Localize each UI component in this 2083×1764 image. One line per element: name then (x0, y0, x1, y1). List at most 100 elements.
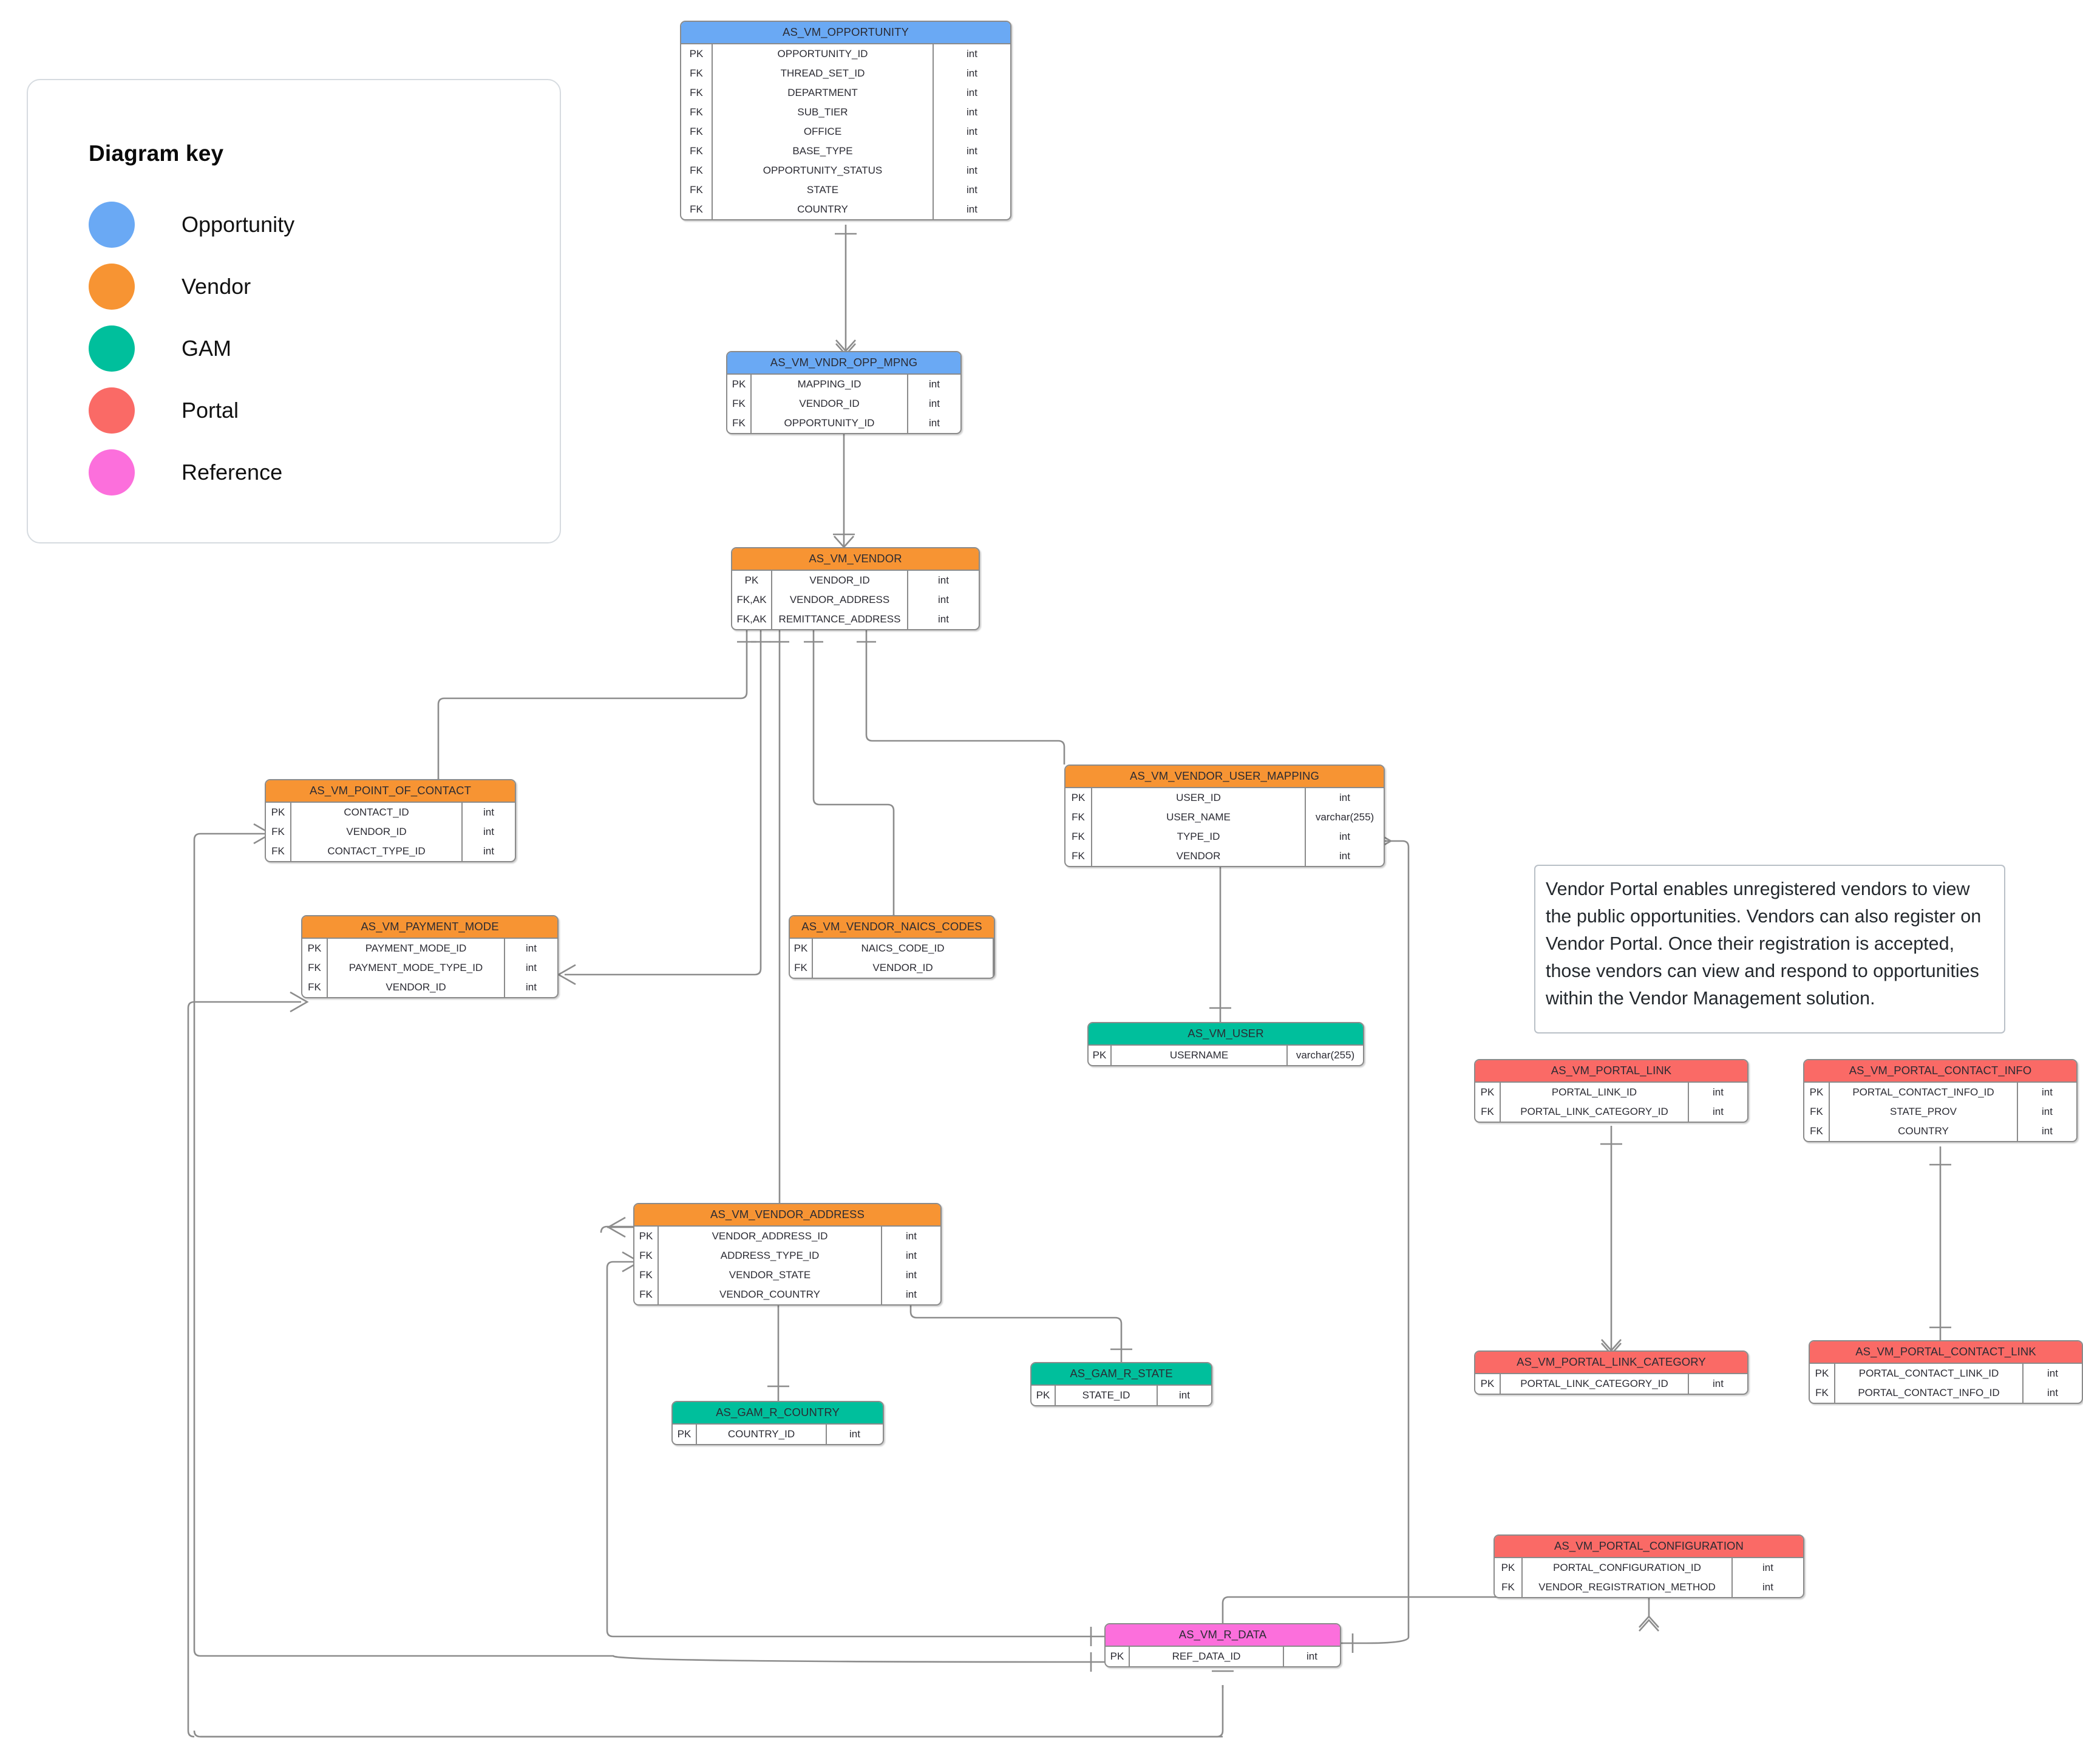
attribute-name: VENDOR_ID (752, 394, 908, 414)
attribute-key: FK (681, 64, 713, 83)
legend-item-label: Vendor (182, 274, 251, 299)
entity-table-as_vm_point_of_contact[interactable]: AS_VM_POINT_OF_CONTACT PK CONTACT_ID int FK V… (265, 779, 516, 862)
attribute-type: int (483, 806, 494, 818)
attribute-row: FK OPPORTUNITY_ID int (727, 414, 960, 433)
entity-title: AS_VM_VENDOR (732, 548, 979, 571)
attribute-type: int (906, 1250, 917, 1261)
attribute-row: FK VENDOR int (1065, 846, 1384, 866)
entity-table-as_vm_portal_link[interactable]: AS_VM_PORTAL_LINK PK PORTAL_LINK_ID int FK PO… (1474, 1059, 1748, 1123)
entity-table-as_vm_user[interactable]: AS_VM_USER PK USERNAME varchar(255) (1087, 1022, 1364, 1066)
attribute-row: FK COUNTRY int (681, 200, 1010, 219)
attribute-type: int (1762, 1581, 1773, 1593)
attribute-name: COUNTRY_ID (697, 1425, 827, 1444)
attribute-name: MAPPING_ID (752, 375, 908, 394)
entity-title: AS_VM_PORTAL_CONTACT_INFO (1804, 1060, 2076, 1083)
attribute-name: VENDOR_REGISTRATION_METHOD (1523, 1578, 1733, 1597)
attribute-type: int (967, 184, 977, 196)
attribute-key: PK (1106, 1647, 1130, 1666)
attribute-type: int (938, 613, 949, 625)
entity-table-as_vm_opportunity[interactable]: AS_VM_OPPORTUNITY PK OPPORTUNITY_ID int FK TH… (680, 21, 1011, 220)
attribute-name: VENDOR_STATE (659, 1265, 882, 1285)
attribute-key: FK,AK (732, 590, 772, 610)
entity-table-as_vm_vndr_opp_mpng[interactable]: AS_VM_VNDR_OPP_MPNG PK MAPPING_ID int FK VEND… (726, 351, 962, 434)
attribute-type: int (1339, 850, 1350, 862)
entity-table-as_vm_portal_link_category[interactable]: AS_VM_PORTAL_LINK_CATEGORY PK PORTAL_LINK_… (1474, 1350, 1748, 1395)
attribute-type: int (1713, 1086, 1724, 1098)
attribute-name: COUNTRY (713, 200, 934, 219)
attribute-type: int (1713, 1378, 1724, 1389)
attribute-key: PK (1031, 1386, 1056, 1405)
attribute-type: int (2042, 1125, 2053, 1137)
entity-table-as_vm_portal_configuration[interactable]: AS_VM_PORTAL_CONFIGURATION PK PORTAL_CONFI… (1493, 1534, 1804, 1598)
entity-table-as_vm_portal_contact_link[interactable]: AS_VM_PORTAL_CONTACT_LINK PK PORTAL_CONTAC… (1809, 1340, 2083, 1404)
attribute-row: FK VENDOR_ID (790, 958, 994, 978)
attribute-name: USER_ID (1092, 788, 1306, 808)
entity-title: AS_VM_VENDOR_USER_MAPPING (1065, 766, 1384, 788)
entity-table-as_gam_r_country[interactable]: AS_GAM_R_COUNTRY PK COUNTRY_ID int (671, 1401, 884, 1445)
attribute-name: USERNAME (1112, 1046, 1288, 1065)
vendor-portal-note: Vendor Portal enables unregistered vendo… (1534, 865, 2005, 1034)
attribute-name: REF_DATA_ID (1130, 1647, 1284, 1666)
attribute-row: FK,AK VENDOR_ADDRESS int (732, 590, 979, 610)
attribute-name: STATE_PROV (1830, 1102, 2018, 1122)
entity-table-as_vm_vendor_naics_codes[interactable]: AS_VM_VENDOR_NAICS_CODES PK NAICS_CODE_ID F… (789, 915, 995, 979)
legend-item-label: Opportunity (182, 212, 295, 237)
attribute-row: PK USER_ID int (1065, 788, 1384, 808)
entity-title: AS_VM_PORTAL_LINK (1475, 1060, 1747, 1083)
attribute-type: int (1339, 831, 1350, 842)
attribute-type: int (967, 87, 977, 98)
attribute-name: COUNTRY (1830, 1122, 2018, 1141)
attribute-type: int (938, 594, 949, 605)
attribute-key: PK (266, 803, 291, 822)
legend-item-label: Portal (182, 398, 239, 423)
attribute-key: FK (266, 842, 291, 861)
attribute-name: OPPORTUNITY_ID (713, 44, 934, 64)
attribute-type: varchar(255) (1315, 811, 1375, 823)
attribute-type: int (849, 1428, 860, 1440)
attribute-name: OPPORTUNITY_STATUS (713, 161, 934, 180)
attribute-row: FK BASE_TYPE int (681, 141, 1010, 161)
attribute-type: int (967, 203, 977, 215)
attribute-key: FK (1065, 846, 1092, 866)
attribute-type: int (526, 942, 537, 954)
entity-table-as_vm_portal_contact_info[interactable]: AS_VM_PORTAL_CONTACT_INFO PK PORTAL_CONTAC… (1803, 1059, 2078, 1142)
attribute-row: FK STATE int (681, 180, 1010, 200)
entity-table-as_gam_r_state[interactable]: AS_GAM_R_STATE PK STATE_ID int (1030, 1362, 1212, 1406)
attribute-row: PK PORTAL_LINK_CATEGORY_ID int (1475, 1374, 1747, 1394)
attribute-row: PK PAYMENT_MODE_ID int (302, 939, 557, 958)
attribute-key: FK (681, 200, 713, 219)
entity-table-as_vm_vendor[interactable]: AS_VM_VENDOR PK VENDOR_ID int FK,AK VENDOR_AD… (731, 547, 980, 630)
entity-table-as_vm_vendor_user_mapping[interactable]: AS_VM_VENDOR_USER_MAPPING PK USER_ID int FK U… (1064, 765, 1385, 867)
diagram-key-title: Diagram key (89, 141, 224, 166)
attribute-name: PORTAL_LINK_CATEGORY_ID (1501, 1374, 1689, 1394)
entity-table-as_vm_payment_mode[interactable]: AS_VM_PAYMENT_MODE PK PAYMENT_MODE_ID int FK… (301, 915, 559, 998)
attribute-type: int (2047, 1387, 2058, 1398)
attribute-key: PK (634, 1227, 659, 1246)
attribute-name: PORTAL_CONTACT_LINK_ID (1835, 1364, 2024, 1383)
attribute-key: FK (1475, 1102, 1501, 1122)
attribute-type: int (906, 1289, 917, 1300)
attribute-name: OPPORTUNITY_ID (752, 414, 908, 433)
attribute-row: FK THREAD_SET_ID int (681, 64, 1010, 83)
attribute-name: STATE_ID (1056, 1386, 1158, 1405)
attribute-key: PK (681, 44, 713, 64)
attribute-type: int (906, 1230, 917, 1242)
attribute-row: PK COUNTRY_ID int (673, 1425, 883, 1444)
attribute-key: PK (1804, 1083, 1830, 1102)
entity-table-as_vm_vendor_address[interactable]: AS_VM_VENDOR_ADDRESS PK VENDOR_ADDRESS_ID i… (633, 1203, 942, 1306)
attribute-type: int (2042, 1086, 2053, 1098)
attribute-row: PK PORTAL_LINK_ID int (1475, 1083, 1747, 1102)
attribute-type: int (526, 962, 537, 973)
entity-title: AS_VM_POINT_OF_CONTACT (266, 780, 515, 803)
attribute-name: STATE (713, 180, 934, 200)
attribute-name: VENDOR_ID (772, 571, 908, 590)
attribute-key: FK (1804, 1102, 1830, 1122)
entity-table-as_vm_r_data[interactable]: AS_VM_R_DATA PK REF_DATA_ID int (1104, 1623, 1341, 1667)
attribute-key: PK (732, 571, 772, 590)
attribute-row: FK ADDRESS_TYPE_ID int (634, 1246, 940, 1265)
diagram-key-panel: Diagram key Opportunity Vendor GAM Portal Re… (27, 79, 561, 543)
entity-title: AS_VM_PORTAL_LINK_CATEGORY (1475, 1352, 1747, 1374)
entity-title: AS_VM_R_DATA (1106, 1624, 1340, 1647)
attribute-row: FK SUB_TIER int (681, 103, 1010, 122)
attribute-key: FK (266, 822, 291, 842)
